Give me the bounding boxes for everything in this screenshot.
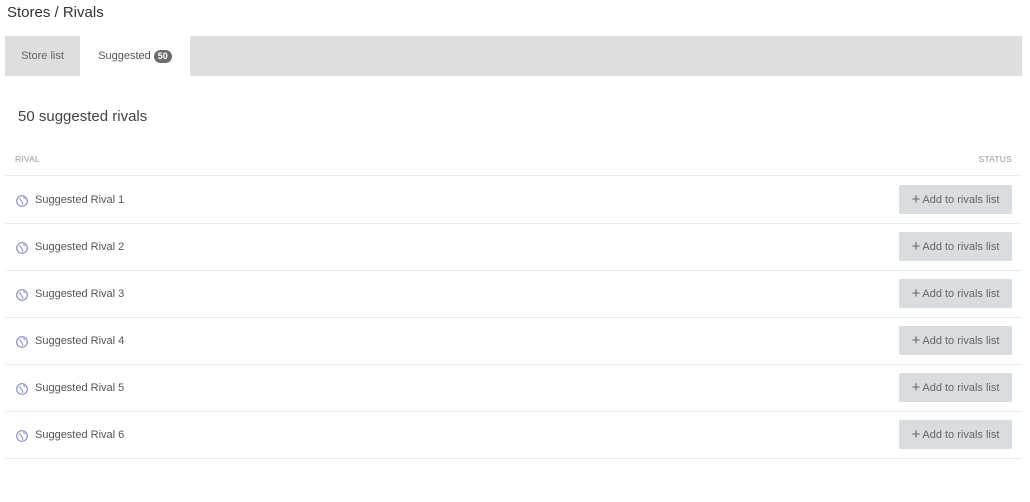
globe-icon	[16, 382, 28, 395]
plus-icon: +	[911, 191, 921, 208]
tab-suggested-label: Suggested	[98, 50, 151, 62]
add-to-rivals-button[interactable]: + Add to rivals list	[899, 232, 1012, 261]
plus-icon: +	[911, 285, 921, 302]
tab-store-list-label: Store list	[21, 50, 64, 62]
table-row: Suggested Rival 5 + Add to rivals list	[5, 365, 1022, 412]
add-to-rivals-label: Add to rivals list	[922, 240, 1000, 253]
globe-icon	[16, 429, 28, 442]
add-to-rivals-label: Add to rivals list	[922, 381, 1000, 394]
tab-suggested[interactable]: Suggested 50	[80, 36, 190, 76]
rival-name: Suggested Rival 2	[35, 241, 125, 253]
rival-name: Suggested Rival 4	[35, 335, 125, 347]
add-to-rivals-button[interactable]: + Add to rivals list	[899, 373, 1012, 402]
suggested-count-badge: 50	[153, 49, 172, 63]
add-to-rivals-label: Add to rivals list	[922, 428, 1000, 441]
rival-name: Suggested Rival 3	[35, 288, 125, 300]
table-row: Suggested Rival 1 + Add to rivals list	[5, 177, 1022, 224]
add-to-rivals-label: Add to rivals list	[922, 287, 1000, 300]
add-to-rivals-label: Add to rivals list	[922, 334, 1000, 347]
table-row: Suggested Rival 4 + Add to rivals list	[5, 318, 1022, 365]
globe-icon	[16, 335, 28, 348]
add-to-rivals-button[interactable]: + Add to rivals list	[899, 279, 1012, 308]
add-to-rivals-button[interactable]: + Add to rivals list	[899, 420, 1012, 449]
section-title: 50 suggested rivals	[18, 108, 148, 125]
plus-icon: +	[911, 238, 921, 255]
tab-store-list[interactable]: Store list	[5, 36, 80, 76]
rival-name: Suggested Rival 6	[35, 429, 125, 441]
table-row: Suggested Rival 6 + Add to rivals list	[5, 412, 1022, 459]
plus-icon: +	[911, 426, 921, 443]
rival-name: Suggested Rival 5	[35, 382, 125, 394]
globe-icon	[16, 194, 28, 207]
table-header: RIVAL STATUS	[5, 148, 1022, 176]
plus-icon: +	[911, 332, 921, 349]
plus-icon: +	[911, 379, 921, 396]
add-to-rivals-button[interactable]: + Add to rivals list	[899, 326, 1012, 355]
breadcrumb: Stores / Rivals	[7, 4, 104, 21]
globe-icon	[16, 241, 28, 254]
column-header-rival: RIVAL	[15, 154, 40, 164]
add-to-rivals-button[interactable]: + Add to rivals list	[899, 185, 1012, 214]
table-row: Suggested Rival 2 + Add to rivals list	[5, 224, 1022, 271]
rival-name: Suggested Rival 1	[35, 194, 125, 206]
column-header-status: STATUS	[978, 154, 1012, 164]
tab-bar: Store list Suggested 50	[5, 36, 1022, 76]
add-to-rivals-label: Add to rivals list	[922, 193, 1000, 206]
globe-icon	[16, 288, 28, 301]
table-row: Suggested Rival 3 + Add to rivals list	[5, 271, 1022, 318]
